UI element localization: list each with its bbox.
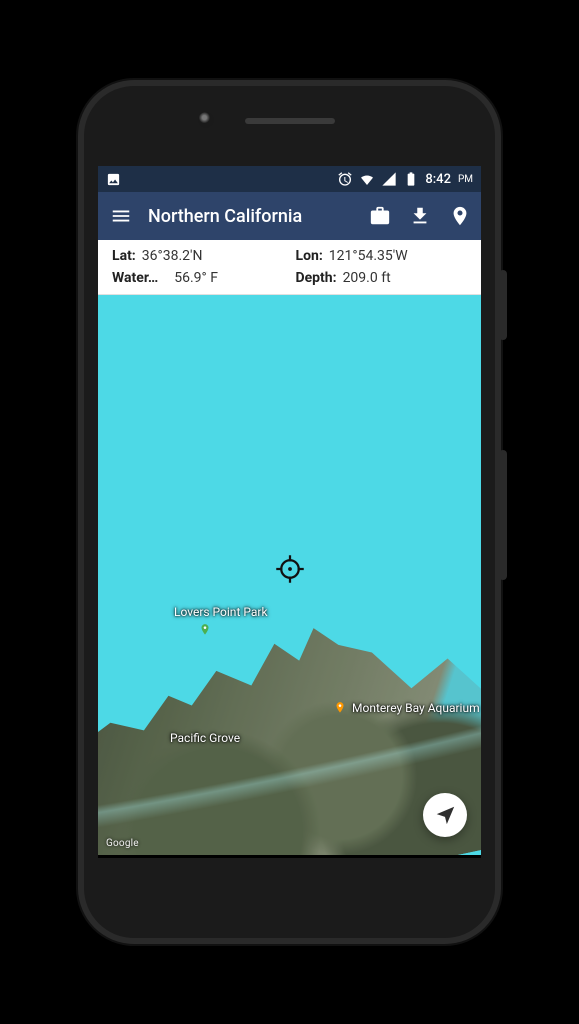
poi-pacific-grove[interactable]: Pacific Grove [170,731,240,745]
poi-label: Lovers Point Park [174,605,268,619]
screen: 8:42 PM Northern California [98,166,481,858]
wifi-icon [359,171,375,187]
location-button[interactable] [449,205,471,227]
phone-speaker [245,118,335,124]
phone-camera [198,112,214,128]
latitude-label: Lat: [112,248,136,264]
alarm-icon [337,171,353,187]
statusbar-time: 8:42 [425,172,451,187]
android-navbar [98,855,481,858]
phone-power-button [499,270,507,340]
statusbar: 8:42 PM [98,166,481,192]
location-data-panel: Lat: 36°38.2'N Lon: 121°54.35'W Water… 5… [98,240,481,295]
map-crosshair [275,554,305,584]
hamburger-icon [110,205,132,227]
map-pin-icon [333,701,347,715]
battery-icon [403,171,419,187]
longitude-value: 121°54.35'W [329,248,408,264]
toolbox-button[interactable] [369,205,391,227]
depth-label: Depth: [296,270,337,286]
signal-icon [381,171,397,187]
poi-monterey-bay-aquarium[interactable]: Monterey Bay Aquarium [333,701,480,715]
crosshair-icon [275,554,305,584]
water-temp-readout: Water… 56.9° F [112,270,284,286]
water-temp-value: 56.9° F [174,270,218,286]
download-button[interactable] [409,205,431,227]
appbar: Northern California [98,192,481,240]
poi-lovers-point[interactable]: Lovers Point Park [198,623,212,637]
latitude-readout: Lat: 36°38.2'N [112,248,284,264]
statusbar-ampm: PM [458,174,473,185]
phone-frame: 8:42 PM Northern California [78,80,501,944]
latitude-value: 36°38.2'N [142,248,203,264]
briefcase-icon [369,205,391,227]
longitude-readout: Lon: 121°54.35'W [296,248,468,264]
screenshot-notification-icon [106,172,121,187]
water-temp-label: Water… [112,270,158,286]
location-pin-icon [449,205,471,227]
navigation-arrow-icon [434,804,456,826]
poi-label: Pacific Grove [170,731,240,745]
download-icon [409,205,431,227]
appbar-title: Northern California [148,206,353,227]
map-view[interactable]: Lovers Point Park Pacific Grove Monterey… [98,295,481,855]
depth-value: 209.0 ft [343,270,391,286]
map-pin-icon [198,623,212,637]
phone-volume-button [499,450,507,580]
poi-label: Monterey Bay Aquarium [352,701,480,715]
coastline [98,475,481,855]
menu-button[interactable] [110,205,132,227]
longitude-label: Lon: [296,248,323,264]
depth-readout: Depth: 209.0 ft [296,270,468,286]
map-attribution: Google [106,838,139,849]
my-location-button[interactable] [423,793,467,837]
